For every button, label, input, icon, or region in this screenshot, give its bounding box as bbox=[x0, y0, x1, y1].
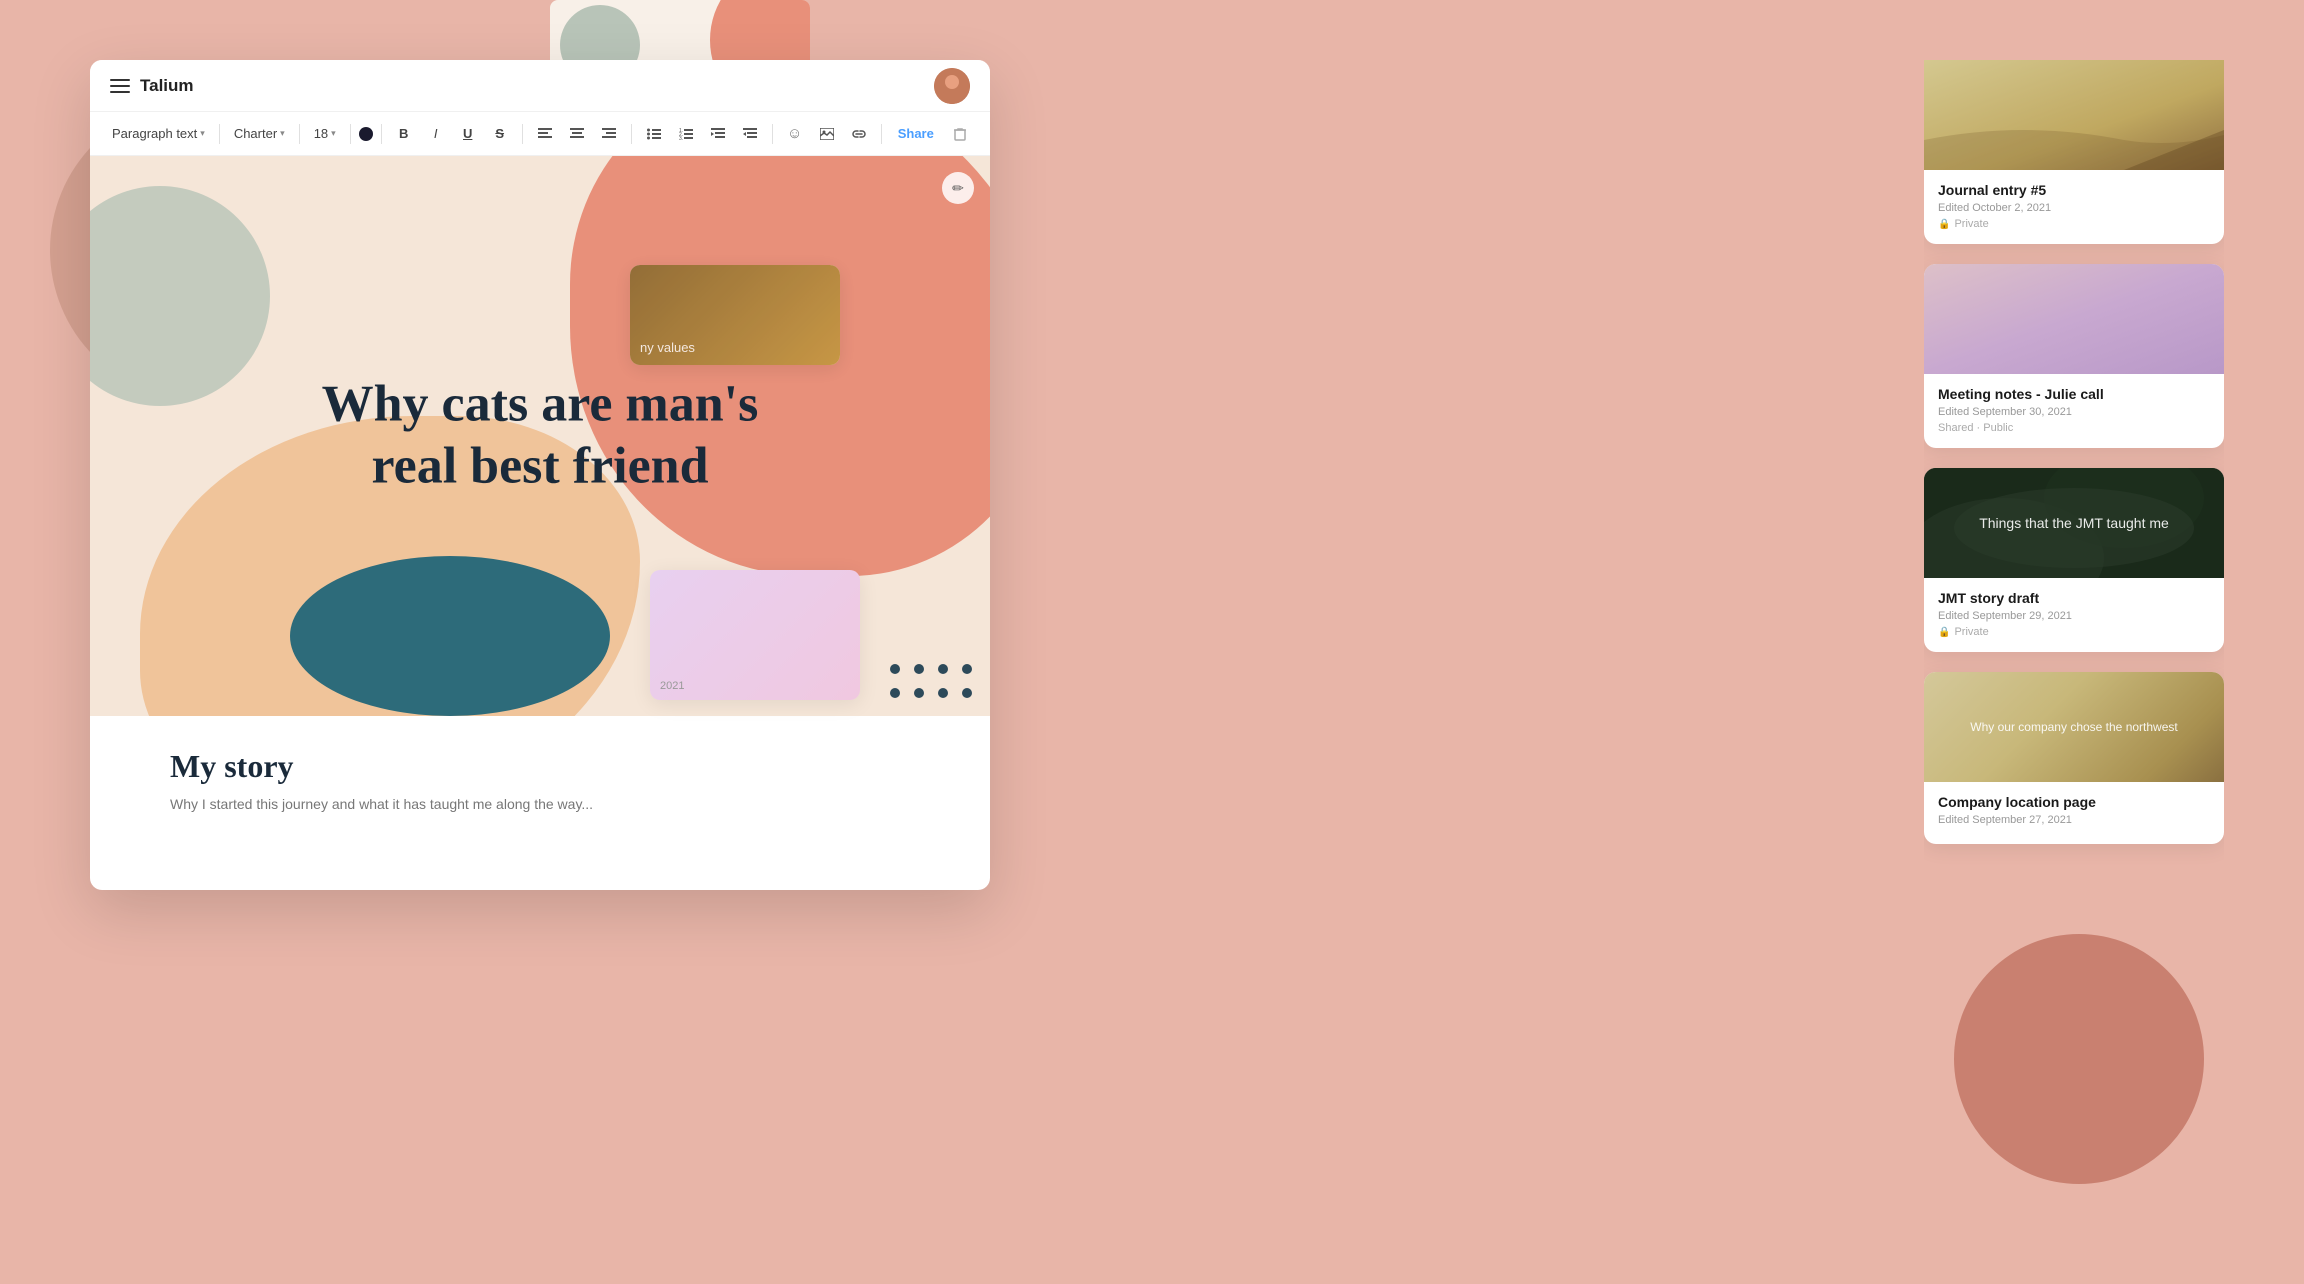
dot-5[interactable] bbox=[890, 688, 900, 698]
card-company-title: Company location page bbox=[1938, 794, 2210, 810]
content-body[interactable]: Why I started this journey and what it h… bbox=[170, 793, 910, 815]
values-card-thumb-text: ny values bbox=[640, 340, 695, 355]
share-button[interactable]: Share bbox=[890, 122, 942, 145]
card-meeting-notes-thumbnail bbox=[1924, 264, 2224, 374]
card-jmt-thumbnail: Things that the JMT taught me bbox=[1924, 468, 2224, 578]
paragraph-style-arrow: ▾ bbox=[200, 128, 205, 139]
card-jmt-edited: Edited September 29, 2021 bbox=[1938, 610, 2210, 622]
card-meeting-notes-info: Meeting notes - Julie call Edited Septem… bbox=[1924, 374, 2224, 448]
card-company-info: Company location page Edited September 2… bbox=[1924, 782, 2224, 844]
card-company-thumb-image: Why our company chose the northwest bbox=[1924, 672, 2224, 782]
card-meeting-notes-title: Meeting notes - Julie call bbox=[1938, 386, 2210, 402]
card-jmt[interactable]: Things that the JMT taught me JMT story … bbox=[1924, 468, 2224, 652]
card-jmt-thumb-image: Things that the JMT taught me bbox=[1924, 468, 2224, 578]
toolbar-divider-3 bbox=[350, 124, 351, 144]
italic-button[interactable]: I bbox=[422, 120, 450, 148]
toolbar-divider-6 bbox=[631, 124, 632, 144]
dot-3[interactable] bbox=[938, 664, 948, 674]
card-company-thumbnail: Why our company chose the northwest bbox=[1924, 672, 2224, 782]
blob-pink bbox=[570, 156, 990, 576]
card-company[interactable]: Why our company chose the northwest Comp… bbox=[1924, 672, 2224, 844]
toolbar-divider-8 bbox=[881, 124, 882, 144]
align-center-button[interactable] bbox=[563, 120, 591, 148]
font-size-select[interactable]: 18 ▾ bbox=[308, 122, 342, 145]
cards-panel: Journal entry #5 Edited October 2, 2021 … bbox=[1924, 60, 2224, 900]
card-journal5-info: Journal entry #5 Edited October 2, 2021 … bbox=[1924, 170, 2224, 244]
toolbar-divider-2 bbox=[299, 124, 300, 144]
dot-6[interactable] bbox=[914, 688, 924, 698]
bold-button[interactable]: B bbox=[390, 120, 418, 148]
content-heading: My story bbox=[170, 748, 910, 785]
card-journal5-edited: Edited October 2, 2021 bbox=[1938, 202, 2210, 214]
lock-icon: 🔒 bbox=[1938, 219, 1950, 230]
hero-title-container: Why cats are man's real best friend bbox=[315, 374, 765, 499]
bg-decoration-right bbox=[1954, 934, 2204, 1184]
image-button[interactable] bbox=[813, 120, 841, 148]
font-size-arrow: ▾ bbox=[331, 128, 336, 139]
partial-card-date: 2021 bbox=[660, 680, 684, 692]
unordered-list-button[interactable] bbox=[640, 120, 668, 148]
card-company-thumb-text: Why our company chose the northwest bbox=[1970, 720, 2177, 734]
slide-dots[interactable] bbox=[878, 652, 990, 716]
card-meeting-notes[interactable]: Meeting notes - Julie call Edited Septem… bbox=[1924, 264, 2224, 448]
toolbar: Paragraph text ▾ Charter ▾ 18 ▾ B I U S bbox=[90, 112, 990, 156]
content-area[interactable]: My story Why I started this journey and … bbox=[90, 716, 990, 847]
editor-area[interactable]: Why cats are man's real best friend ✏ My… bbox=[90, 156, 990, 890]
strikethrough-button[interactable]: S bbox=[486, 120, 514, 148]
card-meeting-notes-status: Shared · Public bbox=[1938, 422, 2210, 434]
dot-4[interactable] bbox=[962, 664, 972, 674]
ordered-list-button[interactable]: 1.2.3. bbox=[672, 120, 700, 148]
font-arrow: ▾ bbox=[280, 128, 285, 139]
dot-2[interactable] bbox=[914, 664, 924, 674]
blob-gray bbox=[90, 186, 270, 406]
blob-teal bbox=[290, 556, 610, 716]
underline-button[interactable]: U bbox=[454, 120, 482, 148]
avatar[interactable] bbox=[934, 68, 970, 104]
card-jmt-title: JMT story draft bbox=[1938, 590, 2210, 606]
card-meeting-notes-edited: Edited September 30, 2021 bbox=[1938, 406, 2210, 418]
partial-card-values: ny values bbox=[630, 265, 840, 365]
font-select[interactable]: Charter ▾ bbox=[228, 122, 291, 145]
toolbar-divider-5 bbox=[522, 124, 523, 144]
link-button[interactable] bbox=[845, 120, 873, 148]
card-jmt-thumb-text: Things that the JMT taught me bbox=[1969, 505, 2179, 541]
dot-7[interactable] bbox=[938, 688, 948, 698]
paragraph-style-select[interactable]: Paragraph text ▾ bbox=[106, 122, 211, 145]
emoji-button[interactable]: ☺ bbox=[781, 120, 809, 148]
hero-heading: Why cats are man's real best friend bbox=[315, 374, 765, 499]
card-jmt-status: 🔒 Private bbox=[1938, 626, 2210, 638]
align-left-button[interactable] bbox=[531, 120, 559, 148]
card-journal5-title: Journal entry #5 bbox=[1938, 182, 2210, 198]
menu-icon[interactable] bbox=[110, 79, 130, 93]
app-window: Talium Paragraph text ▾ Charter ▾ 18 ▾ B bbox=[90, 60, 990, 890]
outdent-button[interactable] bbox=[736, 120, 764, 148]
toolbar-divider-7 bbox=[772, 124, 773, 144]
toolbar-divider-4 bbox=[381, 124, 382, 144]
card-jmt-info: JMT story draft Edited September 29, 202… bbox=[1924, 578, 2224, 652]
card-company-edited: Edited September 27, 2021 bbox=[1938, 814, 2210, 826]
edit-hero-button[interactable]: ✏ bbox=[942, 172, 974, 204]
color-picker[interactable] bbox=[359, 127, 373, 141]
delete-button[interactable] bbox=[946, 120, 974, 148]
dot-1[interactable] bbox=[890, 664, 900, 674]
app-logo: Talium bbox=[140, 76, 194, 96]
nav-bar: Talium bbox=[90, 60, 990, 112]
indent-button[interactable] bbox=[704, 120, 732, 148]
align-right-button[interactable] bbox=[595, 120, 623, 148]
dot-8[interactable] bbox=[962, 688, 972, 698]
svg-text:3.: 3. bbox=[679, 136, 683, 140]
toolbar-divider-1 bbox=[219, 124, 220, 144]
jmt-lock-icon: 🔒 bbox=[1938, 627, 1950, 638]
card-journal5-status: 🔒 Private bbox=[1938, 218, 2210, 230]
